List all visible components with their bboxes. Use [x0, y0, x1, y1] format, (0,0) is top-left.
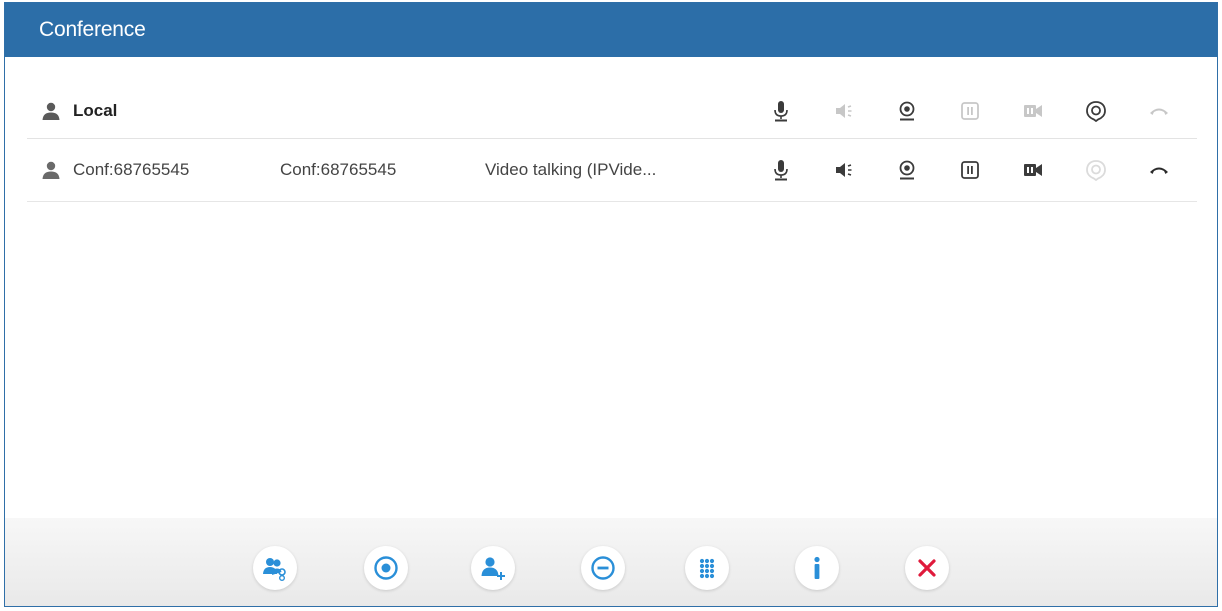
- conference-toolbar: [5, 518, 1217, 606]
- webcam-icon: [899, 101, 915, 120]
- participant-row-local[interactable]: Local: [27, 83, 1197, 139]
- participant-name: Local: [73, 100, 118, 120]
- remove-participant-button[interactable]: [581, 546, 625, 590]
- webcam-icon: [899, 160, 915, 180]
- participant-status: Video talking (IPVide...: [485, 160, 657, 179]
- mic-button[interactable]: [765, 95, 797, 127]
- hangup-button[interactable]: [1143, 154, 1175, 186]
- participant-name-cell: Conf:68765545: [41, 139, 189, 201]
- hold-button[interactable]: [954, 154, 986, 186]
- participant-number: Conf:68765545: [280, 160, 397, 179]
- hold-button[interactable]: [954, 95, 986, 127]
- window-title: Conference: [39, 18, 146, 41]
- record-conference-button[interactable]: [364, 546, 408, 590]
- participant-controls: [734, 83, 1175, 138]
- dialpad-button[interactable]: [685, 546, 729, 590]
- remove-participant-icon: [591, 556, 615, 580]
- info-button[interactable]: [795, 546, 839, 590]
- video-button[interactable]: [1017, 154, 1049, 186]
- add-participant-icon: [481, 557, 505, 580]
- mic-icon: [774, 160, 788, 181]
- participant-row-conf[interactable]: Conf:68765545 Conf:68765545 Video talkin…: [27, 139, 1197, 202]
- add-participant-button[interactable]: [471, 546, 515, 590]
- mic-icon: [774, 100, 788, 121]
- record-button[interactable]: [1080, 154, 1112, 186]
- video-camera-icon: [1024, 104, 1042, 117]
- hold-icon: [961, 101, 979, 120]
- hangup-button[interactable]: [1143, 95, 1175, 127]
- conference-users-icon: [263, 558, 286, 581]
- close-icon: [918, 559, 936, 577]
- participant-name: Conf:68765545: [73, 160, 190, 179]
- close-conference-button[interactable]: [905, 546, 949, 590]
- record-circle-icon: [374, 556, 398, 580]
- webcam-button[interactable]: [891, 154, 923, 186]
- hangup-icon: [1150, 167, 1168, 174]
- conference-window: Conference Local Conf:68765545 Conf:6876…: [4, 2, 1218, 607]
- participant-controls: [734, 139, 1175, 201]
- conference-users-button[interactable]: [253, 546, 297, 590]
- person-icon: [42, 161, 60, 179]
- participant-name-cell: Local: [41, 83, 117, 138]
- mic-button[interactable]: [765, 154, 797, 186]
- person-icon: [42, 102, 60, 120]
- speaker-button[interactable]: [828, 154, 860, 186]
- hangup-icon: [1150, 108, 1168, 115]
- record-icon: [1086, 100, 1106, 122]
- speaker-icon: [836, 163, 852, 177]
- record-icon: [1086, 160, 1106, 181]
- video-camera-icon: [1024, 164, 1042, 176]
- video-button[interactable]: [1017, 95, 1049, 127]
- record-button[interactable]: [1080, 95, 1112, 127]
- webcam-button[interactable]: [891, 95, 923, 127]
- speaker-icon: [836, 103, 852, 118]
- participant-list: Local Conf:68765545 Conf:68765545 Video …: [27, 83, 1197, 202]
- dialpad-icon: [699, 558, 715, 579]
- hold-icon: [961, 161, 979, 179]
- speaker-button[interactable]: [828, 95, 860, 127]
- title-bar: Conference: [5, 3, 1217, 57]
- info-icon: [814, 556, 820, 579]
